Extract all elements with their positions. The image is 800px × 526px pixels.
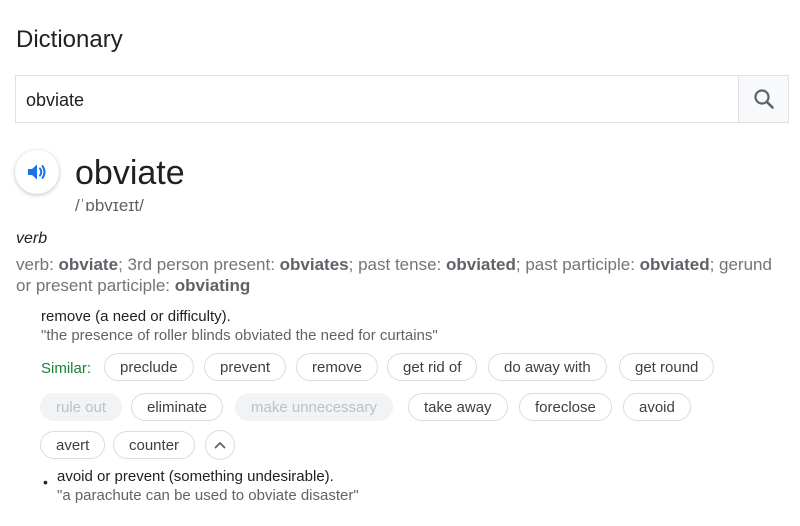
synonym-chip[interactable]: get rid of bbox=[387, 353, 478, 381]
synonym-chip[interactable]: rule out bbox=[40, 393, 123, 421]
synonym-chip[interactable]: make unnecessary bbox=[235, 393, 393, 421]
synonym-chip[interactable]: get round bbox=[619, 353, 715, 381]
example-1: "the presence of roller blinds obviated … bbox=[41, 327, 438, 344]
form-label: ; past participle: bbox=[515, 255, 640, 274]
synonym-chip[interactable]: take away bbox=[408, 393, 508, 421]
word-forms: verb: obviate; 3rd person present: obvia… bbox=[16, 254, 786, 296]
form-label: ; 3rd person present: bbox=[118, 255, 280, 274]
form-value: obviate bbox=[58, 255, 119, 274]
search-button[interactable] bbox=[738, 76, 788, 122]
synonym-chip[interactable]: prevent bbox=[204, 353, 287, 381]
collapse-synonyms-button[interactable] bbox=[205, 430, 235, 460]
synonym-chip[interactable]: eliminate bbox=[131, 393, 224, 421]
synonym-chip[interactable]: avert bbox=[40, 431, 106, 459]
form-value: obviated bbox=[639, 255, 710, 274]
pronounce-button[interactable] bbox=[15, 150, 59, 194]
headword: obviate bbox=[75, 154, 185, 192]
search-icon bbox=[753, 89, 774, 109]
search-input[interactable] bbox=[26, 88, 726, 112]
part-of-speech: verb bbox=[16, 230, 48, 247]
synonym-chip[interactable]: counter bbox=[113, 431, 196, 459]
form-label: ; past tense: bbox=[348, 255, 446, 274]
page-title: Dictionary bbox=[16, 26, 123, 53]
synonym-chip[interactable]: avoid bbox=[623, 393, 691, 421]
search-box bbox=[15, 75, 789, 123]
chevron-up-icon bbox=[214, 442, 226, 449]
synonym-chip[interactable]: preclude bbox=[104, 353, 194, 381]
form-label: verb: bbox=[16, 255, 59, 274]
form-value: obviates bbox=[279, 255, 349, 274]
definition-2: avoid or prevent (something undesirable)… bbox=[57, 468, 334, 485]
speaker-icon bbox=[28, 164, 46, 180]
synonym-chip[interactable]: do away with bbox=[488, 353, 607, 381]
synonym-chip[interactable]: remove bbox=[296, 353, 379, 381]
example-2: "a parachute can be used to obviate disa… bbox=[57, 487, 359, 504]
form-value: obviating bbox=[174, 276, 251, 295]
synonym-chip[interactable]: foreclose bbox=[519, 393, 612, 421]
definition-1: remove (a need or difficulty). bbox=[41, 308, 231, 325]
form-value: obviated bbox=[445, 255, 516, 274]
phonetic-spelling: /ˈɒbvɪeɪt/ bbox=[75, 196, 144, 215]
similar-label: Similar: bbox=[41, 360, 92, 377]
bullet-icon: • bbox=[43, 474, 48, 490]
